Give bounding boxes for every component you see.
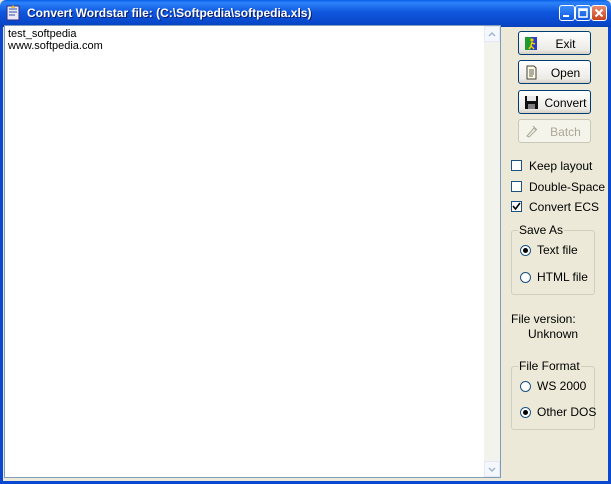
close-button[interactable] xyxy=(591,5,607,21)
double-space-label[interactable]: Double-Space xyxy=(529,180,605,194)
exit-button[interactable]: Exit xyxy=(518,31,591,55)
chevron-down-icon xyxy=(488,467,496,473)
ws2000-radio[interactable] xyxy=(520,381,531,392)
minimize-icon xyxy=(563,15,569,17)
open-label: Open xyxy=(550,66,581,80)
html-file-label[interactable]: HTML file xyxy=(537,270,588,284)
open-button[interactable]: Open xyxy=(518,60,591,84)
convert-label: Convert xyxy=(544,96,587,110)
checkmark-icon xyxy=(512,202,521,211)
scroll-down-button[interactable] xyxy=(484,461,500,477)
vertical-scrollbar[interactable] xyxy=(484,26,500,477)
file-version-value: Unknown xyxy=(528,327,579,341)
editor-content[interactable]: test_softpedia www.softpedia.com xyxy=(8,28,103,52)
double-space-checkbox[interactable] xyxy=(511,181,522,192)
maximize-button[interactable] xyxy=(575,5,591,21)
convert-button[interactable]: Convert xyxy=(518,90,591,114)
ws2000-label[interactable]: WS 2000 xyxy=(537,379,586,393)
scroll-up-button[interactable] xyxy=(484,26,500,42)
window-title: Convert Wordstar file: (C:\Softpedia\sof… xyxy=(27,6,312,20)
exit-label: Exit xyxy=(555,37,576,51)
other-dos-radio[interactable] xyxy=(520,407,531,418)
convert-ecs-label[interactable]: Convert ECS xyxy=(529,200,599,214)
close-icon xyxy=(594,8,604,18)
batch-label: Batch xyxy=(550,125,581,139)
file-format-group: File Format WS 2000 Other DOS xyxy=(511,359,596,430)
save-disk-icon xyxy=(525,96,538,109)
minimize-button[interactable] xyxy=(559,5,575,21)
keep-layout-checkbox[interactable] xyxy=(511,160,522,171)
exit-icon xyxy=(525,37,537,50)
batch-icon xyxy=(526,125,538,138)
file-version-label: File version: xyxy=(511,312,576,326)
maximize-icon xyxy=(578,8,588,18)
window-frame-left xyxy=(0,27,3,484)
app-icon[interactable] xyxy=(5,4,21,22)
html-file-radio[interactable] xyxy=(520,272,531,283)
chevron-up-icon xyxy=(488,31,496,37)
convert-ecs-checkbox[interactable] xyxy=(511,201,522,212)
open-file-icon xyxy=(526,65,537,80)
text-editor[interactable]: test_softpedia www.softpedia.com xyxy=(4,25,501,478)
save-as-group: Save As Text file HTML file xyxy=(511,223,595,295)
batch-button[interactable]: Batch xyxy=(518,119,591,143)
text-file-label[interactable]: Text file xyxy=(537,243,578,257)
file-format-title: File Format xyxy=(518,359,581,373)
text-file-radio[interactable] xyxy=(520,245,531,256)
title-bar[interactable]: Convert Wordstar file: (C:\Softpedia\sof… xyxy=(0,0,611,27)
save-as-title: Save As xyxy=(518,223,565,237)
other-dos-label[interactable]: Other DOS xyxy=(537,405,596,419)
keep-layout-label[interactable]: Keep layout xyxy=(529,159,592,173)
